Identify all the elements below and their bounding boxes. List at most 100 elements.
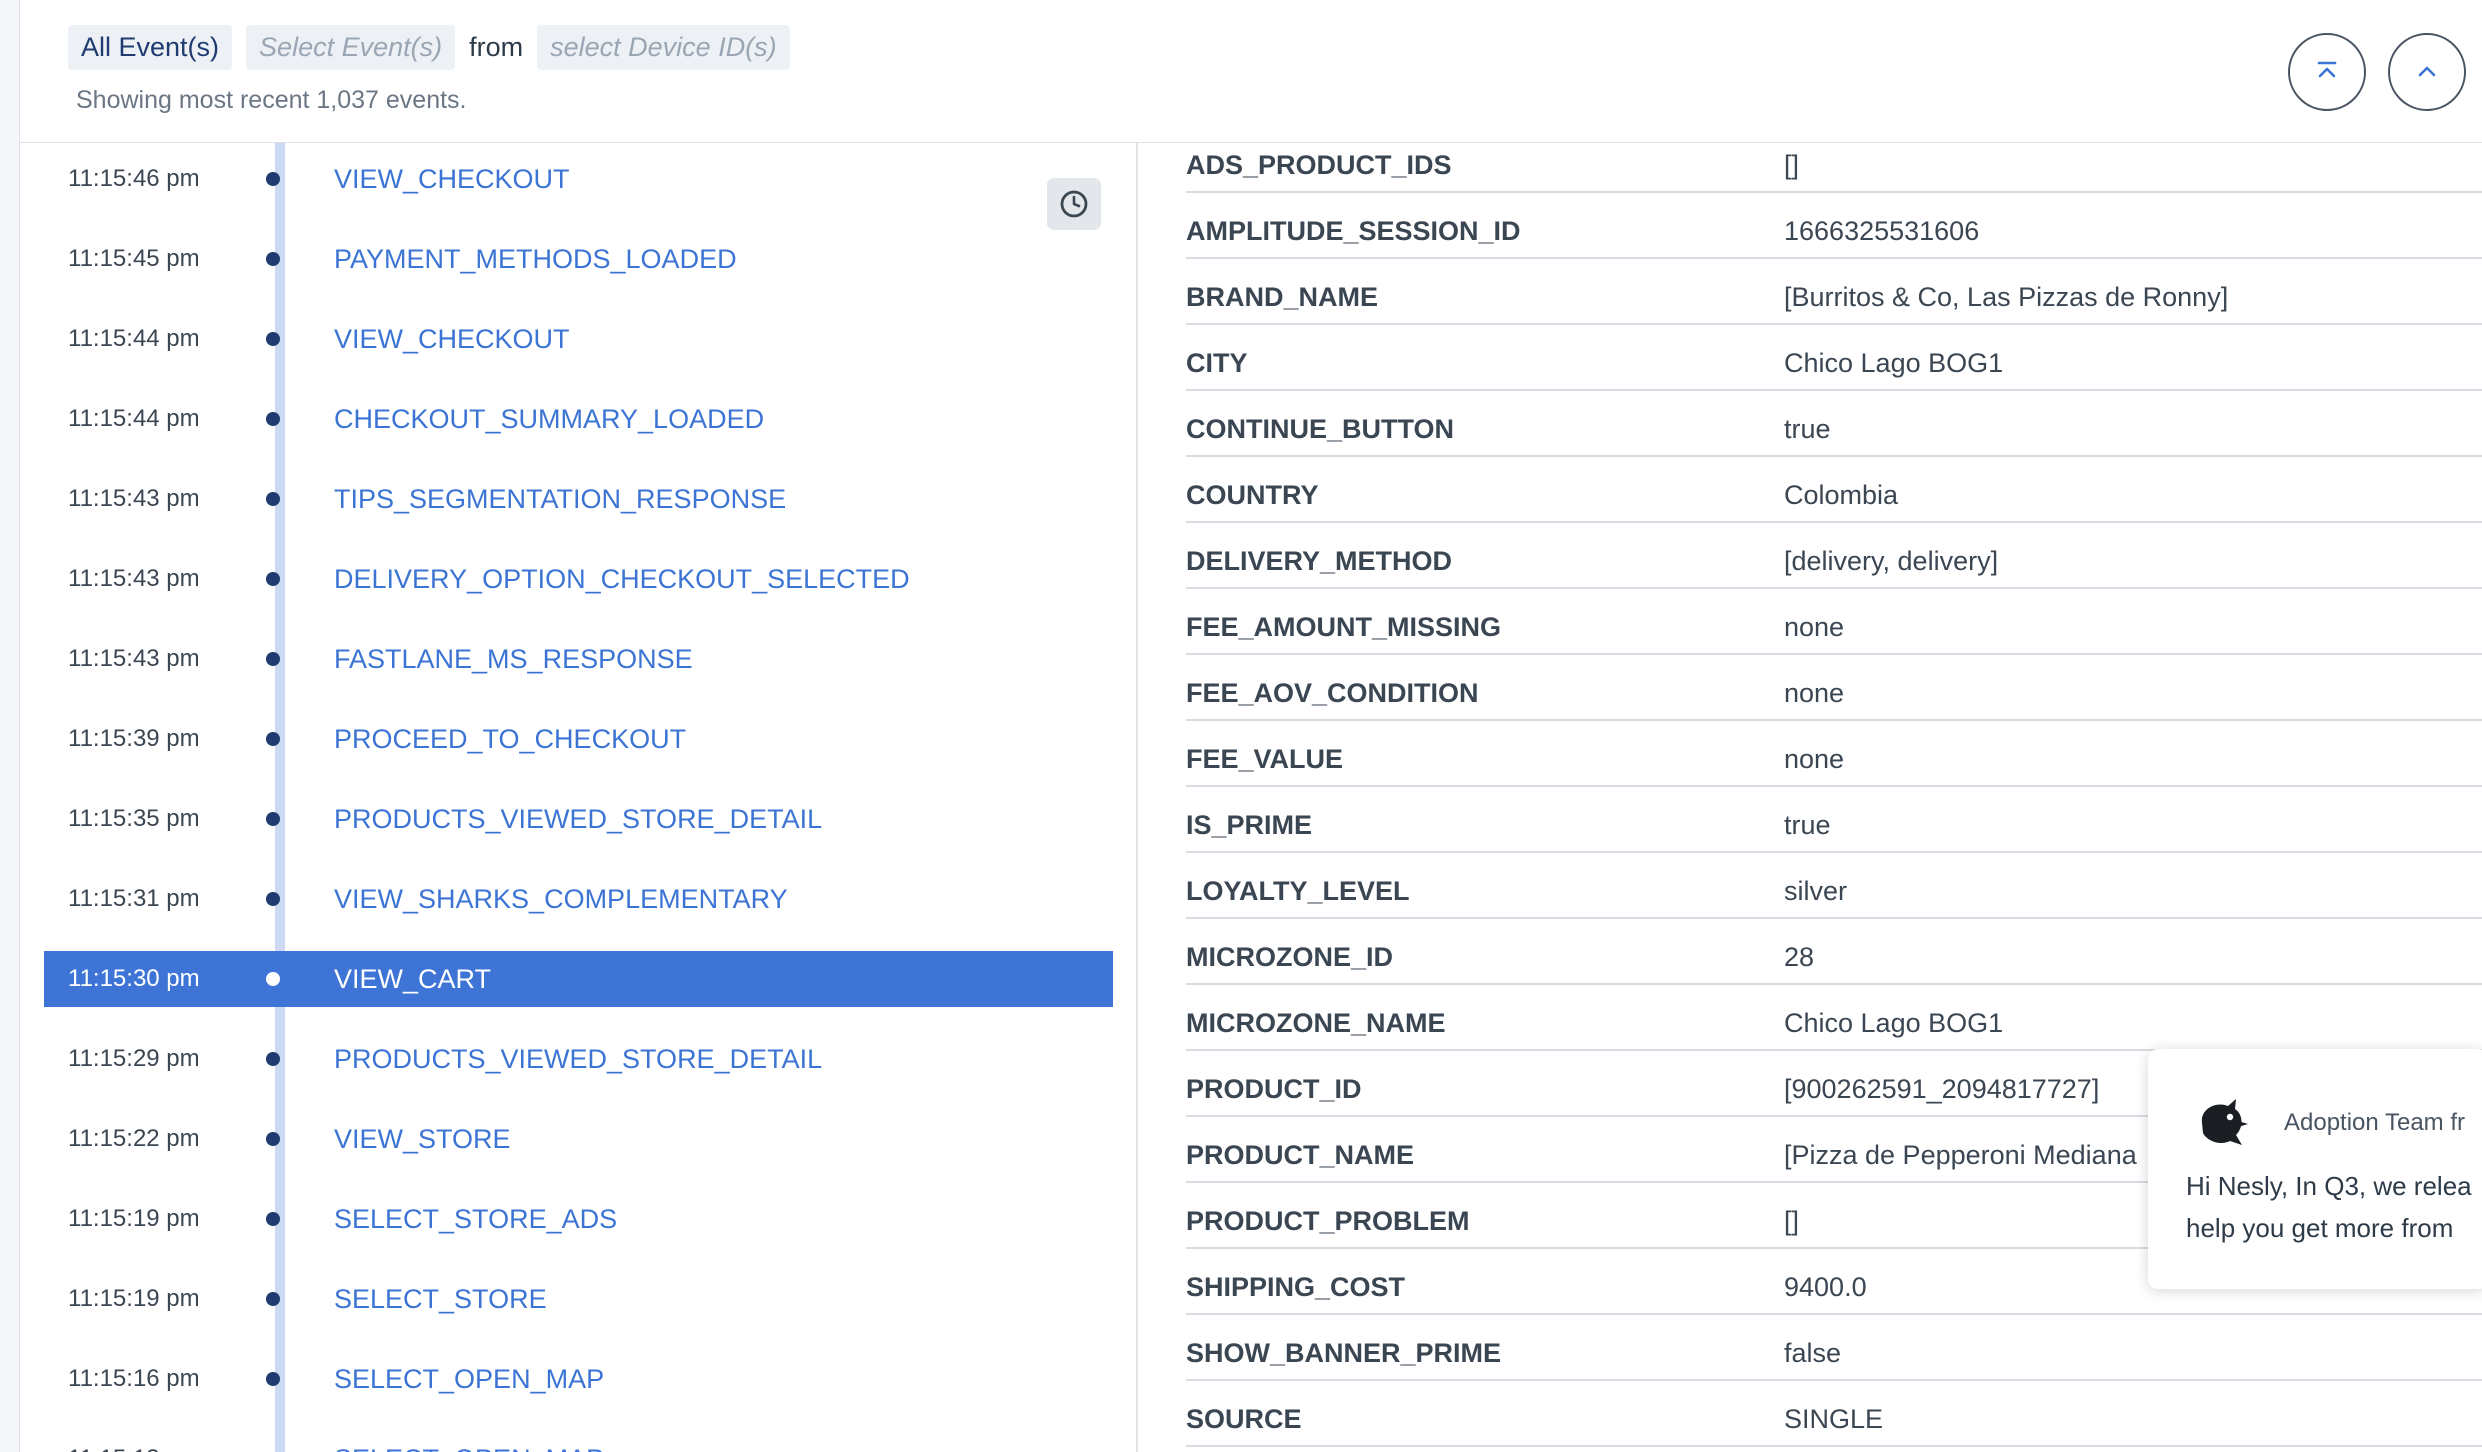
event-row[interactable]: 11:15:19 pm SELECT_STORE_ADS bbox=[44, 1191, 1113, 1247]
property-value: SINGLE bbox=[1784, 1404, 1884, 1434]
event-name-link[interactable]: SELECT_OPEN_MAP bbox=[334, 1444, 604, 1452]
device-select[interactable]: select Device ID(s) bbox=[537, 24, 790, 70]
property-value: 28 bbox=[1784, 942, 1815, 972]
event-time: 11:15:19 pm bbox=[68, 1285, 200, 1312]
event-count-text: Showing most recent 1,037 events. bbox=[76, 86, 467, 114]
query-builder: All Event(s) Select Event(s) from select… bbox=[68, 24, 790, 70]
event-name-link[interactable]: PAYMENT_METHODS_LOADED bbox=[334, 244, 737, 275]
event-row[interactable]: 11:15:30 pm VIEW_CART bbox=[44, 951, 1113, 1007]
timeline-dot bbox=[266, 332, 280, 346]
property-key: IS_PRIME bbox=[1186, 810, 1313, 840]
event-name-link[interactable]: SELECT_STORE_ADS bbox=[334, 1204, 617, 1235]
event-row[interactable]: 11:15:43 pm FASTLANE_MS_RESPONSE bbox=[44, 631, 1113, 687]
event-name-link[interactable]: PRODUCTS_VIEWED_STORE_DETAIL bbox=[334, 1044, 822, 1075]
event-filter-pill[interactable]: All Event(s) bbox=[68, 24, 233, 70]
event-timeline-panel: 11:15:46 pm VIEW_CHECKOUT 11:15:45 pm PAYME… bbox=[20, 143, 1136, 1452]
event-name-link[interactable]: PROCEED_TO_CHECKOUT bbox=[334, 724, 686, 755]
property-key: DELIVERY_METHOD bbox=[1186, 546, 1453, 576]
timeline-dot bbox=[266, 972, 280, 986]
event-time: 11:15:35 pm bbox=[68, 805, 200, 832]
event-row[interactable]: 11:15:44 pm CHECKOUT_SUMMARY_LOADED bbox=[44, 391, 1113, 447]
property-row: MICROZONE_NAME Chico Lago BOG1 bbox=[1186, 983, 2482, 1051]
event-row[interactable]: 11:15:16 pm SELECT_OPEN_MAP bbox=[44, 1351, 1113, 1407]
timeline-dot bbox=[266, 652, 280, 666]
property-value: Chico Lago BOG1 bbox=[1784, 348, 2004, 378]
event-row[interactable]: 11:15:44 pm VIEW_CHECKOUT bbox=[44, 311, 1113, 367]
timeline-dot bbox=[266, 252, 280, 266]
event-time: 11:15:44 pm bbox=[68, 405, 200, 432]
timeline-dot bbox=[266, 172, 280, 186]
property-key: CITY bbox=[1186, 348, 1248, 378]
event-name-link[interactable]: VIEW_CHECKOUT bbox=[334, 324, 570, 355]
property-row: MICROZONE_ID 28 bbox=[1186, 917, 2482, 985]
history-button[interactable] bbox=[1047, 178, 1101, 230]
event-row[interactable]: 11:15:29 pm PRODUCTS_VIEWED_STORE_DETAIL bbox=[44, 1031, 1113, 1087]
timeline-dot bbox=[266, 412, 280, 426]
event-time: 11:15:16 pm bbox=[68, 1365, 200, 1392]
property-value: 1666325531606 bbox=[1784, 216, 1980, 246]
event-time: 11:15:31 pm bbox=[68, 885, 200, 912]
property-row: SHOW_BANNER_PRIME false bbox=[1186, 1313, 2482, 1381]
property-value: [Pizza de Pepperoni Mediana bbox=[1784, 1140, 2137, 1170]
double-chevron-up-icon bbox=[2317, 61, 2337, 78]
event-time: 11:15:19 pm bbox=[68, 1205, 200, 1232]
event-time: 11:15:43 pm bbox=[68, 485, 200, 512]
event-row[interactable]: 11:15:46 pm VIEW_CHECKOUT bbox=[44, 151, 1113, 207]
property-value: [Burritos & Co, Las Pizzas de Ronny] bbox=[1784, 282, 2229, 312]
event-name-link[interactable]: FASTLANE_MS_RESPONSE bbox=[334, 644, 693, 675]
property-value: Chico Lago BOG1 bbox=[1784, 1008, 2004, 1038]
property-key: AMPLITUDE_SESSION_ID bbox=[1186, 216, 1521, 246]
property-key: CONTINUE_BUTTON bbox=[1186, 414, 1455, 444]
property-row: COUNTRY Colombia bbox=[1186, 455, 2482, 523]
timeline-dot bbox=[266, 732, 280, 746]
event-name-link[interactable]: VIEW_SHARKS_COMPLEMENTARY bbox=[334, 884, 788, 915]
chevron-up-icon bbox=[2418, 66, 2436, 77]
property-row: CITY Chico Lago BOG1 bbox=[1186, 323, 2482, 391]
event-time: 11:15:22 pm bbox=[68, 1125, 200, 1152]
event-name-link[interactable]: DELIVERY_OPTION_CHECKOUT_SELECTED bbox=[334, 564, 910, 595]
event-row[interactable]: 11:15:19 pm SELECT_STORE bbox=[44, 1271, 1113, 1327]
property-row: FEE_VALUE none bbox=[1186, 719, 2482, 787]
event-name-link[interactable]: VIEW_CART bbox=[334, 964, 491, 995]
event-select[interactable]: Select Event(s) bbox=[246, 24, 456, 70]
timeline-dot bbox=[266, 1132, 280, 1146]
event-name-link[interactable]: PRODUCTS_VIEWED_STORE_DETAIL bbox=[334, 804, 822, 835]
timeline-dot bbox=[266, 1212, 280, 1226]
event-time: 11:15:45 pm bbox=[68, 245, 200, 272]
property-key: FEE_AMOUNT_MISSING bbox=[1186, 612, 1502, 642]
event-time: 11:15:13 pm bbox=[44, 1445, 274, 1452]
timeline-dot bbox=[266, 812, 280, 826]
property-key: PRODUCT_ID bbox=[1186, 1074, 1362, 1104]
property-row: FEE_AOV_CONDITION none bbox=[1186, 653, 2482, 721]
timeline-dot bbox=[266, 892, 280, 906]
event-name-link[interactable]: CHECKOUT_SUMMARY_LOADED bbox=[334, 404, 764, 435]
event-row[interactable]: 11:15:13 pm SELECT_OPEN_MAP bbox=[44, 1431, 1113, 1452]
event-row[interactable]: 11:15:43 pm TIPS_SEGMENTATION_RESPONSE bbox=[44, 471, 1113, 527]
event-row[interactable]: 11:15:31 pm VIEW_SHARKS_COMPLEMENTARY bbox=[44, 871, 1113, 927]
event-name-link[interactable]: SELECT_STORE bbox=[334, 1284, 547, 1315]
event-time: 11:15:44 pm bbox=[68, 325, 200, 352]
property-row: ADS_PRODUCT_IDS [] bbox=[1186, 143, 2482, 193]
event-name-link[interactable]: SELECT_OPEN_MAP bbox=[334, 1364, 604, 1395]
scroll-up-button[interactable] bbox=[2388, 33, 2466, 111]
event-name-link[interactable]: VIEW_CHECKOUT bbox=[334, 164, 570, 195]
chat-toast[interactable]: Adoption Team fr Hi Nesly, In Q3, we rel… bbox=[2148, 1049, 2482, 1289]
event-row[interactable]: 11:15:22 pm VIEW_STORE bbox=[44, 1111, 1113, 1167]
property-key: BRAND_NAME bbox=[1186, 282, 1379, 312]
event-row[interactable]: 11:15:45 pm PAYMENT_METHODS_LOADED bbox=[44, 231, 1113, 287]
event-time: 11:15:39 pm bbox=[68, 725, 200, 752]
scroll-to-top-button[interactable] bbox=[2288, 33, 2366, 111]
event-row[interactable]: 11:15:43 pm DELIVERY_OPTION_CHECKOUT_SELE… bbox=[44, 551, 1113, 607]
event-row[interactable]: 11:15:39 pm PROCEED_TO_CHECKOUT bbox=[44, 711, 1113, 767]
left-edge-rail bbox=[0, 0, 20, 1452]
property-value: [] bbox=[1784, 1206, 1800, 1236]
property-row: SOURCE SINGLE bbox=[1186, 1379, 2482, 1447]
property-value: Colombia bbox=[1784, 480, 1899, 510]
property-value: none bbox=[1784, 678, 1845, 708]
event-name-link[interactable]: VIEW_STORE bbox=[334, 1124, 511, 1155]
event-time: 11:15:43 pm bbox=[68, 645, 200, 672]
property-row: FEE_AMOUNT_MISSING none bbox=[1186, 587, 2482, 655]
property-row: CONTINUE_BUTTON true bbox=[1186, 389, 2482, 457]
event-row[interactable]: 11:15:35 pm PRODUCTS_VIEWED_STORE_DETAIL bbox=[44, 791, 1113, 847]
event-name-link[interactable]: TIPS_SEGMENTATION_RESPONSE bbox=[334, 484, 786, 515]
